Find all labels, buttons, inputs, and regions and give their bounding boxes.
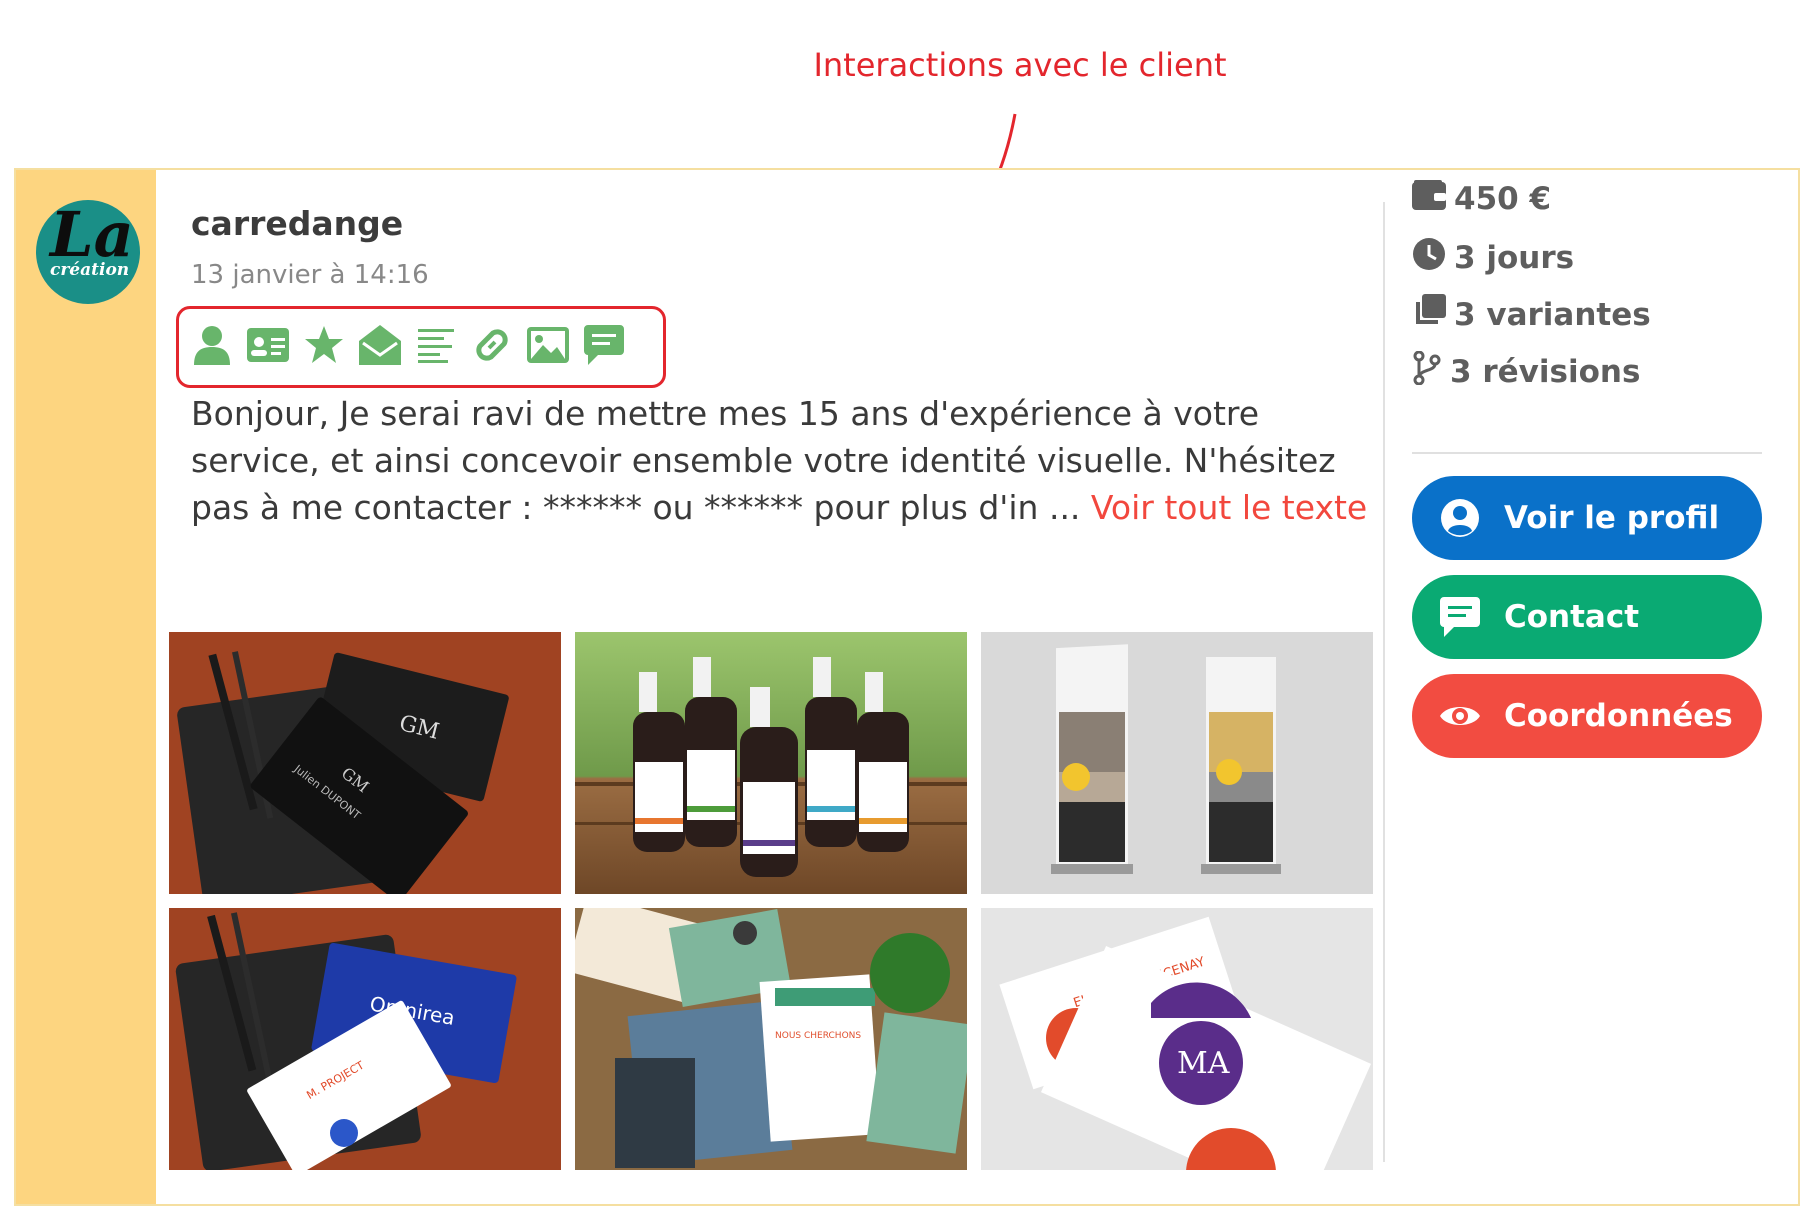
highlight-stripe: [16, 170, 156, 1204]
portfolio-image-business-cards-white[interactable]: ELISABETH ANCENAY MA: [981, 908, 1373, 1170]
variants-value: 3 variantes: [1454, 297, 1651, 333]
offer-sidebar: 450 € 3 jours 3 variantes 3 révisions Vo…: [1412, 170, 1772, 1204]
username[interactable]: carredange: [191, 204, 403, 243]
portfolio-image-business-cards-dark[interactable]: GM GM Julien DUPONT: [169, 632, 561, 894]
view-profile-button[interactable]: Voir le profil: [1412, 476, 1762, 560]
svg-text:MA: MA: [1177, 1046, 1230, 1081]
post-date: 13 janvier à 14:16: [191, 260, 429, 290]
clock-icon: [1412, 237, 1446, 279]
coordinates-button[interactable]: Coordonnées: [1412, 674, 1762, 758]
price-value: 450 €: [1454, 181, 1552, 217]
image-icon[interactable]: [527, 324, 569, 366]
duration-stat: 3 jours: [1412, 237, 1574, 279]
portfolio-image-roll-up-banners[interactable]: [981, 632, 1373, 894]
envelope-open-icon[interactable]: [359, 324, 401, 366]
portfolio-gallery: GM GM Julien DUPONT Omnirea M. PROJECT N…: [169, 632, 1373, 1170]
chat-icon: [1438, 595, 1482, 639]
column-divider: [1383, 202, 1385, 1162]
revisions-stat: 3 révisions: [1412, 350, 1641, 393]
user-circle-icon: [1438, 496, 1482, 540]
portfolio-image-business-cards-blue[interactable]: Omnirea M. PROJECT: [169, 908, 561, 1170]
user-icon[interactable]: [191, 324, 233, 366]
coordinates-label: Coordonnées: [1504, 698, 1733, 734]
contact-label: Contact: [1504, 599, 1640, 635]
duration-value: 3 jours: [1454, 240, 1575, 276]
link-icon[interactable]: [471, 324, 513, 366]
copy-icon: [1412, 294, 1446, 336]
view-profile-label: Voir le profil: [1504, 500, 1720, 536]
code-branch-icon: [1412, 350, 1442, 393]
read-more-link[interactable]: Voir tout le texte: [1091, 488, 1367, 527]
contact-button[interactable]: Contact: [1412, 575, 1762, 659]
avatar[interactable]: La création: [36, 200, 140, 304]
offer-card: La création carredange 13 janvier à 14:1…: [14, 168, 1800, 1206]
eye-icon: [1438, 694, 1482, 738]
offer-main: carredange 13 janvier à 14:16 Bonjour, J…: [169, 170, 1386, 1204]
wallet-icon: [1412, 180, 1446, 218]
sidebar-separator: [1412, 452, 1762, 454]
portfolio-image-bottles[interactable]: [575, 632, 967, 894]
svg-text:NOUS CHERCHONS: NOUS CHERCHONS: [775, 1031, 861, 1041]
id-card-icon[interactable]: [247, 324, 289, 366]
offer-message: Bonjour, Je serai ravi de mettre mes 15 …: [191, 390, 1371, 531]
star-icon[interactable]: [303, 324, 345, 366]
interaction-icons: [191, 324, 625, 366]
annotation-label: Interactions avec le client: [813, 46, 1227, 84]
revisions-value: 3 révisions: [1450, 354, 1641, 390]
comment-icon[interactable]: [583, 324, 625, 366]
variants-stat: 3 variantes: [1412, 294, 1651, 336]
portfolio-image-flyers[interactable]: NOUS CHERCHONS: [575, 908, 967, 1170]
text-lines-icon[interactable]: [415, 324, 457, 366]
price-stat: 450 €: [1412, 180, 1551, 218]
